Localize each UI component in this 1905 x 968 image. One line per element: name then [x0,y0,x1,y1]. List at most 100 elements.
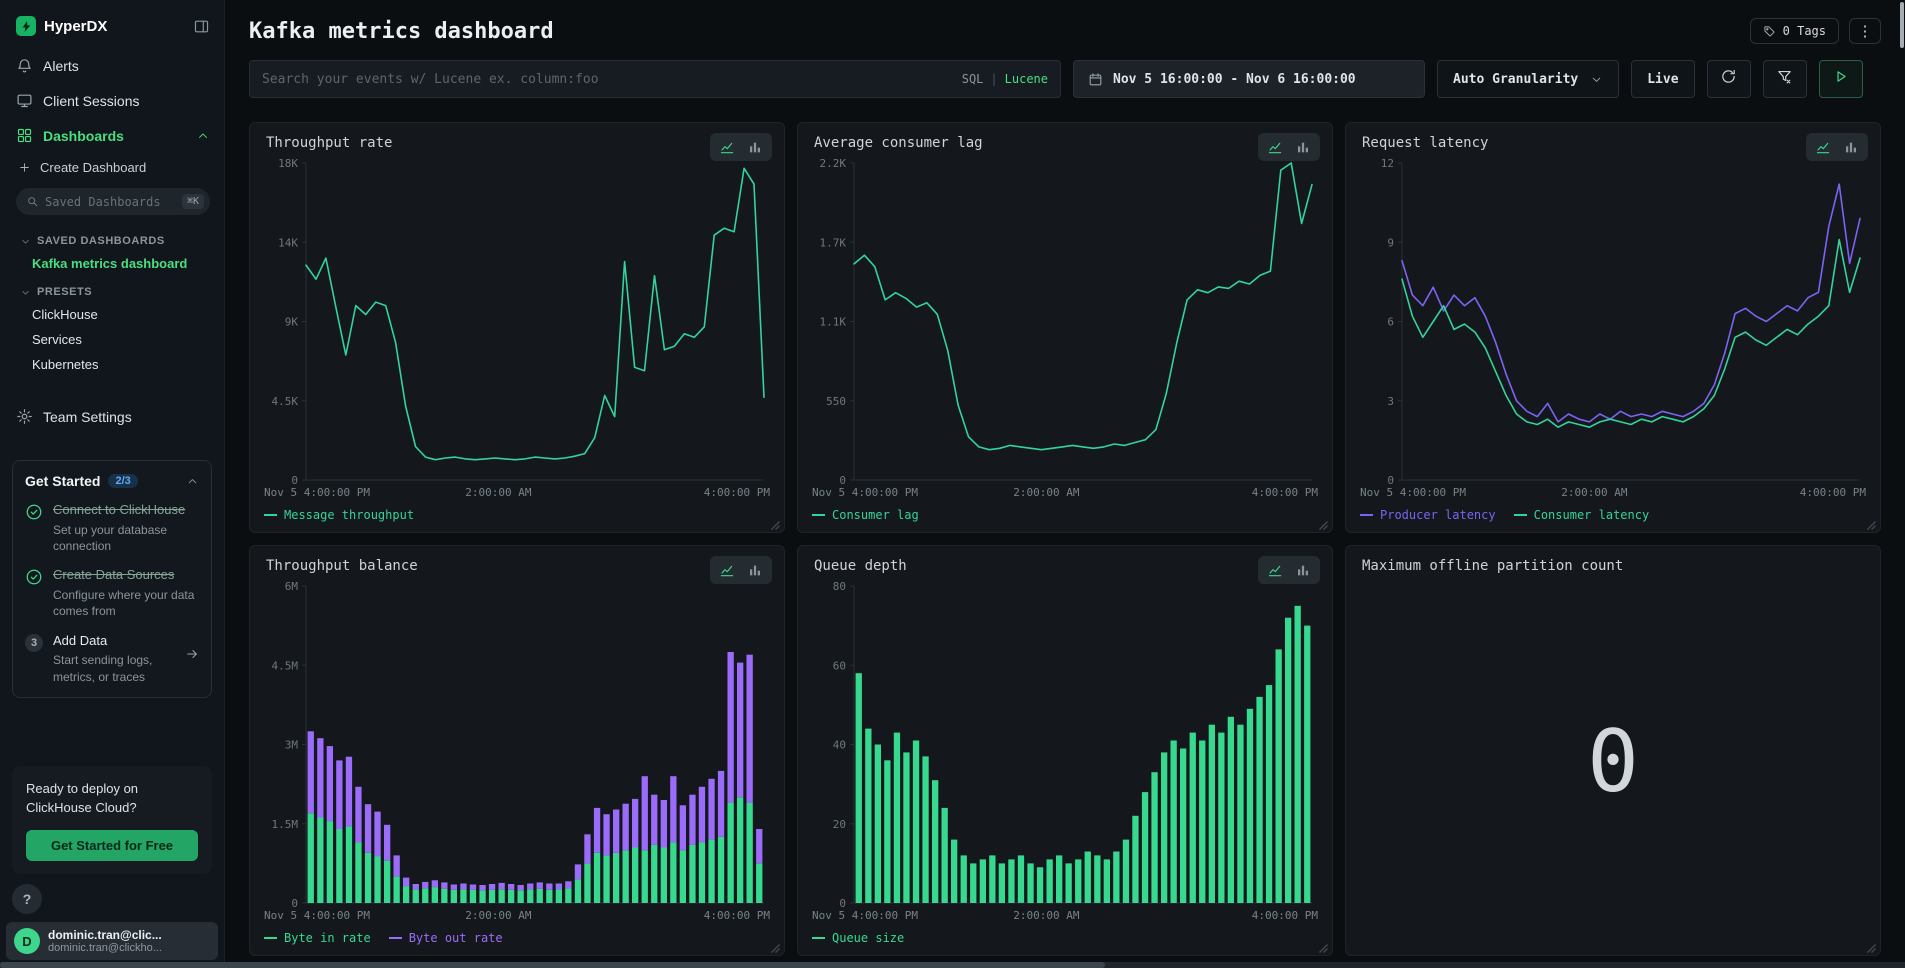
sidebar-item-services[interactable]: Services [0,327,224,352]
legend-dash [264,937,277,939]
gear-icon [16,408,33,425]
bar-chart-icon[interactable] [747,562,763,578]
create-dashboard-button[interactable]: Create Dashboard [0,153,224,183]
filter-button[interactable] [1763,60,1807,98]
svg-text:3: 3 [1387,395,1394,408]
progress-badge: 2/3 [108,474,137,488]
sidebar-item-alerts[interactable]: Alerts [0,48,224,83]
svg-text:4:00:00 PM: 4:00:00 PM [1800,486,1867,499]
sidebar-item-label: Client Sessions [43,93,140,109]
resize-handle[interactable] [1866,518,1877,529]
panel-title: Average consumer lag [810,135,1320,151]
chart-legend: Queue size [810,925,1320,949]
query-language-toggle[interactable]: SQL | Lucene [962,72,1048,86]
line-chart-icon[interactable] [1267,139,1283,155]
throughput-balance-chart[interactable]: 01.5M3M4.5M6MNov 5 4:00:00 PM2:00:00 AM4… [262,578,772,925]
tag-icon [1763,25,1776,38]
sidebar-item-label: Team Settings [43,409,132,425]
queue-depth-chart[interactable]: 020406080Nov 5 4:00:00 PM2:00:00 AM4:00:… [810,578,1320,925]
sidebar: HyperDX Alerts Client Sessions Dashboard… [0,0,225,968]
run-query-button[interactable] [1819,60,1863,98]
sidebar-item-client-sessions[interactable]: Client Sessions [0,83,224,118]
chevron-down-icon [20,236,31,247]
sidebar-item-kubernetes[interactable]: Kubernetes [0,352,224,377]
user-menu[interactable]: D dominic.tran@clic... dominic.tran@clic… [6,922,218,960]
hyperdx-logo-icon [16,16,36,36]
resize-handle[interactable] [770,941,781,952]
saved-dashboards-section-header[interactable]: SAVED DASHBOARDS [0,225,224,251]
refresh-button[interactable] [1707,60,1751,98]
svg-text:20: 20 [833,818,846,831]
more-options-button[interactable]: ⋮ [1849,18,1881,44]
saved-dashboards-search-input[interactable] [45,195,176,209]
line-chart-icon[interactable] [1267,562,1283,578]
resize-handle[interactable] [770,518,781,529]
panel-throughput-rate: Throughput rate 04.5K9K14K18KNov 5 4:00:… [249,122,785,533]
vertical-scrollbar-thumb[interactable] [1900,2,1904,48]
bar-chart-icon[interactable] [1295,139,1311,155]
bar-chart-icon[interactable] [1295,562,1311,578]
get-started-step-connect[interactable]: Connect to ClickHouse Set up your databa… [25,502,199,554]
legend-dash [812,937,825,939]
play-icon [1832,68,1849,90]
granularity-select[interactable]: Auto Granularity [1437,60,1619,98]
collapse-sidebar-icon[interactable] [193,18,210,35]
legend-item: Byte in rate [264,931,371,945]
shortcut-kbd: ⌘K [182,194,204,209]
svg-text:12: 12 [1381,157,1394,170]
lucene-option[interactable]: Lucene [1005,72,1048,86]
presets-section-header[interactable]: PRESETS [0,276,224,302]
get-started-free-button[interactable]: Get Started for Free [26,830,198,861]
svg-text:Nov 5 4:00:00 PM: Nov 5 4:00:00 PM [812,909,918,922]
saved-dashboards-search[interactable]: ⌘K [16,188,210,215]
svg-text:Nov 5 4:00:00 PM: Nov 5 4:00:00 PM [812,486,918,499]
horizontal-scrollbar[interactable] [0,962,1905,968]
sidebar-item-clickhouse[interactable]: ClickHouse [0,302,224,327]
chart-legend: Byte in rateByte out rate [262,925,772,949]
avatar: D [14,928,40,954]
step-number-badge: 3 [25,634,43,652]
sidebar-item-label: Dashboards [43,128,124,144]
arrow-right-icon [185,647,199,661]
svg-text:4.5K: 4.5K [272,395,299,408]
get-started-card: Get Started 2/3 Connect to ClickHouse Se… [12,460,212,698]
sidebar-item-kafka-dashboard[interactable]: Kafka metrics dashboard [0,251,224,276]
brand-logo[interactable]: HyperDX [16,16,107,36]
event-search[interactable]: SQL | Lucene [249,60,1061,98]
sidebar-item-dashboards[interactable]: Dashboards [0,118,224,153]
svg-text:550: 550 [826,395,846,408]
consumer-lag-chart[interactable]: 05501.1K1.7K2.2KNov 5 4:00:00 PM2:00:00 … [810,155,1320,502]
sidebar-item-label: Alerts [43,58,79,74]
get-started-step-sources[interactable]: Create Data Sources Configure where your… [25,567,199,619]
sidebar-item-team-settings[interactable]: Team Settings [0,399,224,434]
bar-chart-icon[interactable] [747,139,763,155]
get-started-step-add-data[interactable]: 3 Add Data Start sending logs, metrics, … [25,633,199,685]
date-range-picker[interactable]: Nov 5 16:00:00 - Nov 6 16:00:00 [1073,60,1425,98]
sql-option[interactable]: SQL [962,72,984,86]
kebab-icon: ⋮ [1858,22,1873,40]
svg-text:1.7K: 1.7K [820,236,847,249]
horizontal-scrollbar-thumb[interactable] [0,962,1105,968]
legend-dash [1360,514,1373,516]
line-chart-icon[interactable] [1815,139,1831,155]
line-chart-icon[interactable] [719,562,735,578]
resize-handle[interactable] [1866,941,1877,952]
request-latency-chart[interactable]: 036912Nov 5 4:00:00 PM2:00:00 AM4:00:00 … [1358,155,1868,502]
event-search-input[interactable] [262,72,952,87]
chart-svg: 05501.1K1.7K2.2KNov 5 4:00:00 PM2:00:00 … [810,155,1320,502]
chevron-up-icon[interactable] [186,475,199,488]
help-button[interactable]: ? [12,884,42,914]
live-button[interactable]: Live [1631,60,1694,98]
deploy-promo: Ready to deploy on ClickHouse Cloud? Get… [12,766,212,874]
bar-chart-icon[interactable] [1843,139,1859,155]
resize-handle[interactable] [1318,518,1329,529]
tags-button[interactable]: 0 Tags [1750,18,1839,44]
svg-text:4:00:00 PM: 4:00:00 PM [1252,909,1319,922]
chart-legend: Producer latencyConsumer latency [1358,502,1868,526]
svg-text:2.2K: 2.2K [820,157,847,170]
chevron-up-icon[interactable] [196,129,210,143]
throughput-rate-chart[interactable]: 04.5K9K14K18KNov 5 4:00:00 PM2:00:00 AM4… [262,155,772,502]
line-chart-icon[interactable] [719,139,735,155]
svg-text:Nov 5 4:00:00 PM: Nov 5 4:00:00 PM [1360,486,1466,499]
resize-handle[interactable] [1318,941,1329,952]
